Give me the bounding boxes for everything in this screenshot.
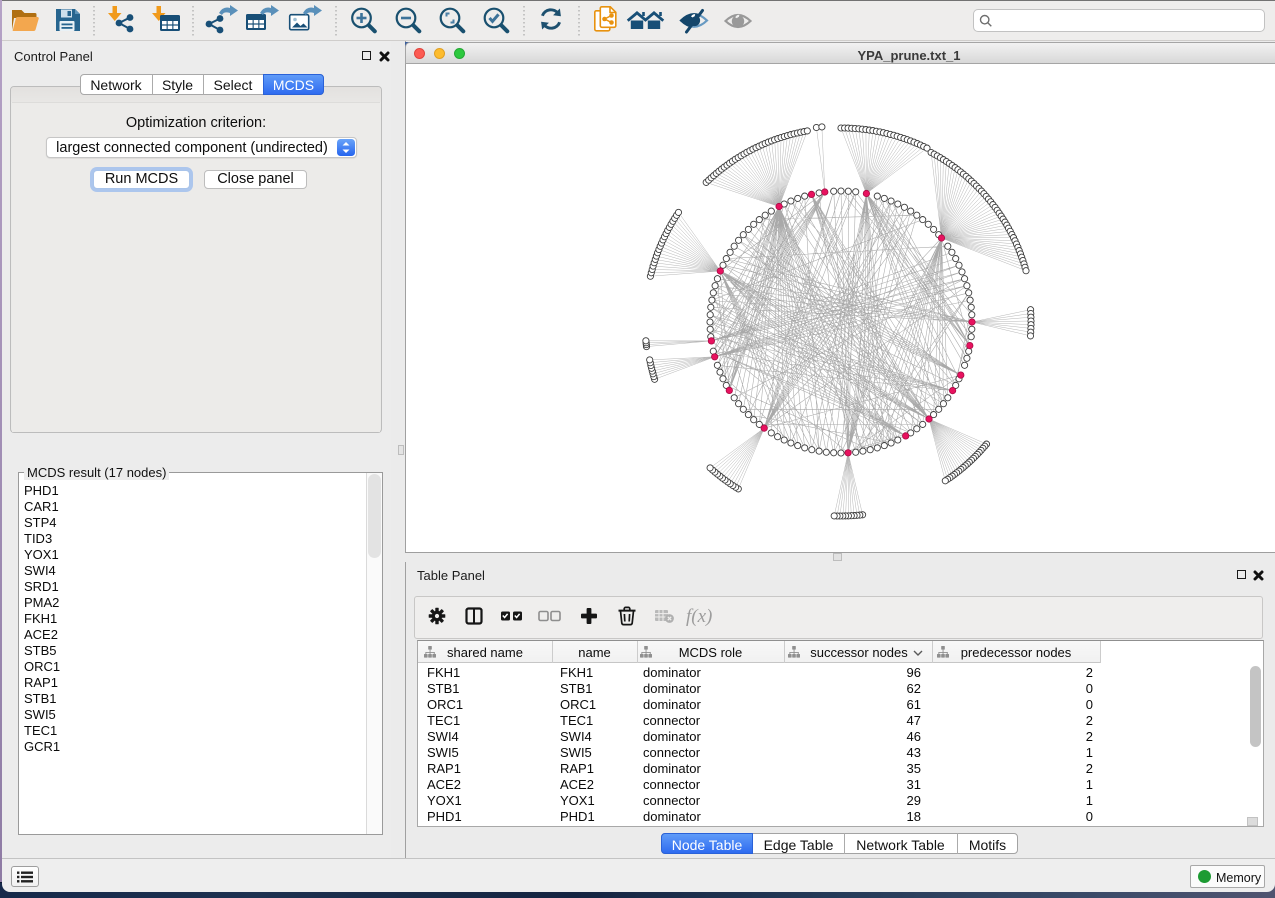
svg-text:f(x): f(x)	[686, 606, 712, 627]
